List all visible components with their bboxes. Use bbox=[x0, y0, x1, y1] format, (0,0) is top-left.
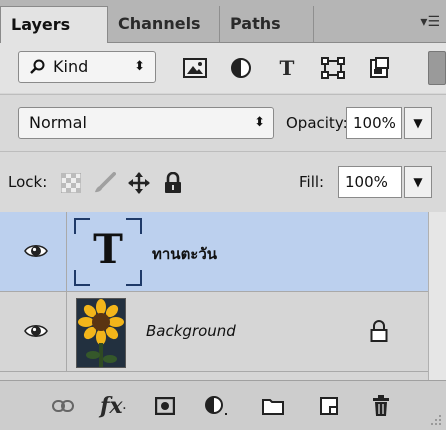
adjustment-layer-filter-icon[interactable] bbox=[228, 55, 254, 81]
layer-name[interactable]: Background bbox=[146, 322, 236, 340]
lock-label: Lock: bbox=[8, 173, 48, 191]
lock-position-icon[interactable] bbox=[128, 172, 150, 194]
blend-options-row: Normal ⬍ Opacity: 100% ▼ bbox=[0, 94, 446, 151]
layer-mask-icon[interactable] bbox=[152, 393, 178, 419]
resize-grip-icon[interactable] bbox=[430, 414, 442, 426]
layers-list: T ทานตะวัน Background bbox=[0, 212, 428, 380]
panel-menu-icon[interactable]: ▾☰ bbox=[420, 14, 440, 30]
text-layer-thumbnail: T bbox=[74, 218, 142, 286]
shape-layer-filter-icon[interactable] bbox=[320, 55, 346, 81]
layer-row-background[interactable]: Background bbox=[0, 292, 428, 372]
type-layer-glyph: T bbox=[93, 226, 123, 273]
new-group-icon[interactable] bbox=[260, 393, 286, 419]
filter-kind-label: Kind bbox=[53, 57, 89, 76]
layer-filter-row: Kind ⬍ T bbox=[0, 43, 446, 93]
smart-object-filter-icon[interactable] bbox=[366, 55, 392, 81]
layer-row-text[interactable]: T ทานตะวัน bbox=[0, 212, 428, 292]
lock-options-row: Lock: Fill: 100% ▼ bbox=[0, 151, 446, 213]
visibility-column-divider bbox=[66, 212, 67, 292]
adjustment-layer-icon[interactable] bbox=[204, 393, 230, 419]
panel-tab-bar: Layers Channels Paths ▾☰ bbox=[0, 0, 446, 43]
eye-visibility-icon[interactable] bbox=[24, 242, 48, 260]
search-icon bbox=[30, 59, 45, 74]
delete-layer-icon[interactable] bbox=[368, 393, 394, 419]
tab-layers[interactable]: Layers bbox=[0, 6, 108, 43]
layer-name[interactable]: ทานตะวัน bbox=[152, 242, 217, 266]
lock-image-pixels-icon[interactable] bbox=[94, 172, 116, 194]
lock-transparency-icon[interactable] bbox=[60, 172, 82, 194]
background-layer-thumbnail bbox=[76, 298, 126, 368]
blend-mode-value: Normal bbox=[29, 113, 87, 132]
fx-icon[interactable]: fx. bbox=[100, 393, 126, 419]
filter-kind-select[interactable]: Kind ⬍ bbox=[18, 51, 156, 83]
layers-scrollbar[interactable] bbox=[428, 212, 446, 380]
filter-toggle-switch[interactable] bbox=[428, 51, 446, 85]
layers-panel-footer: fx. bbox=[0, 380, 446, 430]
visibility-column-divider bbox=[66, 292, 67, 372]
link-layers-icon[interactable] bbox=[50, 393, 76, 419]
opacity-label: Opacity: bbox=[286, 114, 348, 132]
fill-input[interactable]: 100% bbox=[338, 166, 402, 198]
opacity-dropdown-button[interactable]: ▼ bbox=[404, 107, 432, 139]
type-layer-filter-icon[interactable]: T bbox=[274, 55, 300, 81]
layers-panel: Layers Channels Paths ▾☰ Kind ⬍ T Normal… bbox=[0, 0, 446, 430]
fill-dropdown-button[interactable]: ▼ bbox=[404, 166, 432, 198]
opacity-input[interactable]: 100% bbox=[346, 107, 402, 139]
lock-all-icon[interactable] bbox=[162, 172, 184, 194]
updown-arrow-icon: ⬍ bbox=[254, 115, 265, 130]
new-layer-icon[interactable] bbox=[316, 393, 342, 419]
eye-visibility-icon[interactable] bbox=[24, 322, 48, 340]
blend-mode-select[interactable]: Normal ⬍ bbox=[18, 107, 274, 139]
pixel-layer-filter-icon[interactable] bbox=[182, 55, 208, 81]
tab-paths[interactable]: Paths bbox=[220, 6, 314, 42]
fill-label: Fill: bbox=[299, 173, 325, 191]
updown-arrow-icon: ⬍ bbox=[134, 59, 145, 74]
tab-channels[interactable]: Channels bbox=[108, 6, 220, 42]
layer-locked-icon bbox=[370, 320, 388, 342]
